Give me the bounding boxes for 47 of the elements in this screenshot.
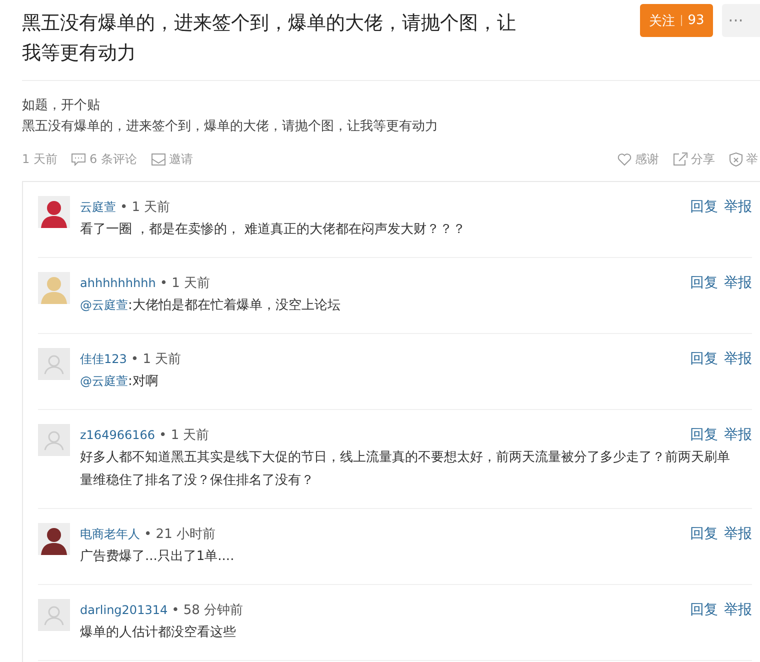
reply-link[interactable]: 回复	[690, 525, 718, 543]
mention-link[interactable]: @云庭萱	[80, 374, 128, 388]
comment-time: • 1 天前	[159, 427, 210, 444]
comment-text: 看了一圈 ，都是在卖惨的， 难道真正的大佬都在闷声发大财？？？	[80, 222, 466, 237]
report-link[interactable]: 举报	[724, 601, 752, 619]
comment-time: • 1 天前	[160, 275, 210, 292]
avatar-placeholder	[38, 424, 70, 456]
username-link[interactable]: 佳佳123	[80, 350, 127, 368]
heart-icon	[617, 152, 632, 166]
reply-link[interactable]: 回复	[690, 350, 718, 368]
report-link[interactable]: 举报	[724, 198, 752, 216]
invite-link[interactable]: 邀请	[150, 150, 193, 168]
username-link[interactable]: 电商老年人	[80, 526, 140, 542]
comment-text: 好多人都不知道黑五其实是线下大促的节日，线上流量真的不要想太好，前两天流量被分了多少走了？前两天刷单量维稳住了排名了没？保住排名了没有？	[80, 450, 730, 488]
avatar-placeholder	[38, 348, 70, 380]
reply-link[interactable]: 回复	[690, 274, 718, 292]
comment-time: • 58 分钟前	[172, 602, 244, 619]
report-link[interactable]: 举报	[724, 525, 752, 543]
report-link[interactable]: 举报	[724, 426, 752, 444]
share-icon	[673, 152, 688, 166]
comment-text: 广告费爆了...只出了1单....	[80, 549, 234, 564]
post-text: 如题，开个贴	[22, 97, 101, 115]
username-link[interactable]: 云庭萱	[80, 198, 116, 216]
shield-icon	[729, 152, 743, 166]
comment-time: • 21 小时前	[144, 526, 216, 543]
reply-link[interactable]: 回复	[690, 198, 718, 216]
report-link[interactable]: 举报	[724, 350, 752, 368]
post-time: 1 天前	[22, 150, 58, 168]
post-title: 黑五没有爆单的，进来签个到，爆单的大佬，请抛个图，让我等更有动力	[22, 11, 517, 66]
mention-link[interactable]: @云庭萱	[80, 298, 128, 312]
avatar-placeholder	[38, 599, 70, 631]
report-link[interactable]: 举报	[724, 274, 752, 292]
comment-text: :对啊	[128, 374, 158, 389]
post-text: 黑五没有爆单的，进来签个到，爆单的大佬，请抛个图，让我等更有动力	[22, 118, 439, 136]
envelope-icon	[150, 152, 166, 166]
comment-icon	[71, 152, 86, 166]
reply-link[interactable]: 回复	[690, 426, 718, 444]
comment-text: 爆单的人估计都没空看这些	[80, 625, 236, 640]
username-link[interactable]: z164966166	[80, 428, 156, 442]
comment-text: :大佬怕是都在忙着爆单，没空上论坛	[128, 298, 340, 313]
comment-time: • 1 天前	[130, 351, 182, 368]
more-button[interactable]: ···	[722, 4, 760, 37]
username-link[interactable]: darling201314	[80, 603, 168, 617]
reply-link[interactable]: 回复	[690, 601, 718, 619]
comment-time: • 1 天前	[120, 199, 170, 216]
thanks-link[interactable]: 感谢	[617, 150, 659, 168]
username-link[interactable]: ahhhhhhhhh	[80, 276, 156, 290]
